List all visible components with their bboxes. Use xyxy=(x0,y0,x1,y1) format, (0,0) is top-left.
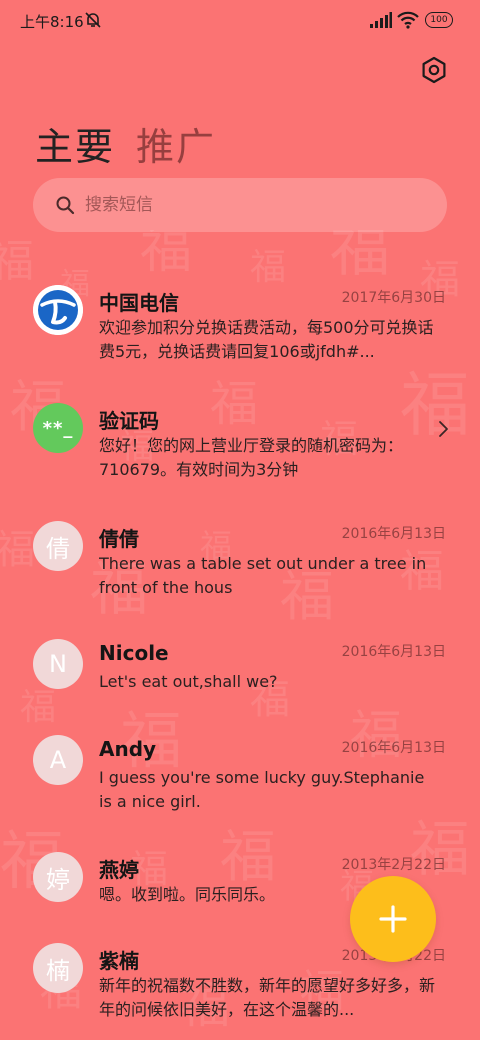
wifi-icon xyxy=(397,11,419,29)
battery-icon: 100 xyxy=(425,12,453,28)
search-bar[interactable] xyxy=(33,178,447,232)
search-icon xyxy=(56,196,75,215)
sender-name: 燕婷 xyxy=(99,858,139,882)
new-message-button[interactable] xyxy=(350,876,436,962)
sender-name: 验证码 xyxy=(99,409,159,433)
message-row-nicole[interactable]: N Nicole 2016年6月13日 Let's eat out,shall … xyxy=(0,624,480,708)
settings-button[interactable] xyxy=(416,52,452,88)
message-date: 2016年6月13日 xyxy=(341,526,446,542)
avatar: A xyxy=(33,735,83,785)
sender-name: 中国电信 xyxy=(99,291,179,315)
battery-level: 100 xyxy=(430,14,448,25)
message-preview: 欢迎参加积分兑换话费活动，每500分可兑换话费5元，兑换话费请回复106或jfd… xyxy=(99,318,434,361)
status-time: 上午8:16 xyxy=(20,13,84,31)
message-preview: There was a table set out under a tree i… xyxy=(99,554,427,597)
message-date: 2016年6月13日 xyxy=(341,740,446,756)
message-row-qianqian[interactable]: 倩 倩倩 2016年6月13日 There was a table set ou… xyxy=(0,506,480,612)
bell-mute-icon xyxy=(85,12,101,28)
message-date: 2013年2月22日 xyxy=(341,857,446,873)
message-row-verification-code[interactable]: **_ 验证码 您好！您的网上营业厅登录的随机密码为：710679。有效时间为3… xyxy=(0,388,480,494)
sender-name: Andy xyxy=(99,737,157,761)
message-date: 2017年6月30日 xyxy=(341,290,446,306)
gear-hexagon-icon xyxy=(422,56,446,84)
tab-promo[interactable]: 推广 xyxy=(136,116,216,171)
avatar: **_ xyxy=(33,403,83,453)
message-preview: 您好！您的网上营业厅登录的随机密码为：710679。有效时间为3分钟 xyxy=(99,436,404,479)
avatar: 倩 xyxy=(33,521,83,571)
sender-name: Nicole xyxy=(99,641,169,665)
sender-name: 倩倩 xyxy=(99,527,139,551)
signal-icon xyxy=(370,12,392,28)
china-telecom-logo-icon xyxy=(33,285,83,335)
message-row-china-telecom[interactable]: 中国电信 2017年6月30日 欢迎参加积分兑换话费活动，每500分可兑换话费5… xyxy=(0,270,480,376)
search-input[interactable] xyxy=(85,192,425,218)
tab-main[interactable]: 主要 xyxy=(35,116,115,171)
message-preview: Let's eat out,shall we? xyxy=(99,672,278,691)
message-row-andy[interactable]: A Andy 2016年6月13日 I guess you're some lu… xyxy=(0,720,480,826)
sender-name: 紫楠 xyxy=(99,949,139,973)
avatar: N xyxy=(33,639,83,689)
chevron-right-icon xyxy=(439,421,448,437)
message-preview: I guess you're some lucky guy.Stephanie … xyxy=(99,768,425,811)
avatar xyxy=(33,285,83,335)
message-preview: 新年的祝福数不胜数，新年的愿望好多好多，新年的问候依旧美好，在这个温馨的... xyxy=(99,976,436,1019)
message-date: 2016年6月13日 xyxy=(341,644,446,660)
avatar: 楠 xyxy=(33,943,83,993)
avatar: 婷 xyxy=(33,852,83,902)
plus-icon xyxy=(379,905,407,933)
status-bar: 上午8:16 100 xyxy=(0,0,480,42)
